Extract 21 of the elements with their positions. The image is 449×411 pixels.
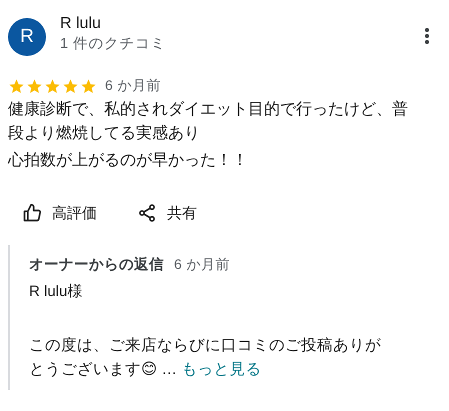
review-text: 心拍数が上がるのが早かった！！ <box>8 150 249 171</box>
reply-text: この度は、ご来店ならびに口コミのご投稿ありがとうございます😊 … もっと見る <box>29 336 382 380</box>
star-icon <box>44 78 61 94</box>
star-icon <box>8 78 25 94</box>
reply-greeting: R lulu様 <box>29 282 84 302</box>
like-button[interactable]: 高評価 <box>22 203 97 223</box>
reviewer-name[interactable]: R lulu <box>60 14 411 34</box>
star-icon <box>80 78 97 94</box>
reply-time: 6 か月前 <box>174 256 230 274</box>
share-button[interactable]: 共有 <box>137 203 197 223</box>
avatar[interactable]: R <box>8 18 46 56</box>
share-icon <box>137 203 157 223</box>
star-icon <box>62 78 79 94</box>
thumbs-up-icon <box>22 203 42 223</box>
reply-title: オーナーからの返信 <box>29 256 164 274</box>
more-icon[interactable] <box>425 28 429 44</box>
more-link[interactable]: もっと見る <box>181 361 262 378</box>
review-count: 1 件のクチコミ <box>60 35 168 54</box>
review-time: 6 か月前 <box>105 77 162 95</box>
star-icon <box>26 78 43 94</box>
review-text: 健康診断で、私的されダイエット目的で行ったけど、普段より燃焼してる実感あり <box>8 99 409 144</box>
